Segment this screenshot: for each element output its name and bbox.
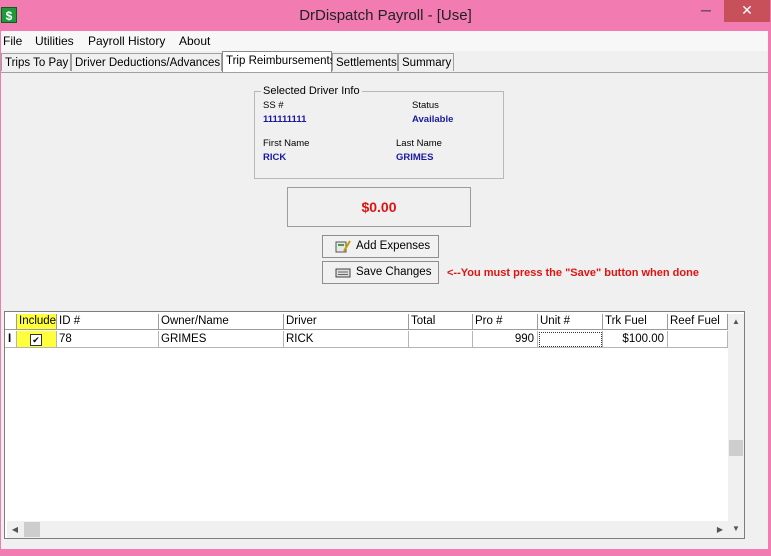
unit-cell[interactable] — [538, 331, 603, 348]
tab-summary[interactable]: Summary — [398, 53, 454, 71]
include-cell[interactable]: ✔ — [17, 331, 57, 348]
grid-header-unit[interactable]: Unit # — [538, 314, 603, 330]
grid-header-include[interactable]: Include — [17, 314, 57, 330]
menu-bar: File Utilities Payroll History About — [1, 31, 768, 51]
id-cell[interactable]: 78 — [57, 331, 159, 348]
row-indicator: I — [5, 331, 17, 348]
add-expenses-label: Add Expenses — [356, 240, 431, 252]
pro-cell[interactable]: 990 — [473, 331, 538, 348]
client-area: File Utilities Payroll History About Tri… — [1, 31, 768, 549]
grid-header-trk-fuel[interactable]: Trk Fuel — [603, 314, 668, 330]
owner-cell[interactable]: GRIMES — [159, 331, 284, 348]
save-changes-label: Save Changes — [356, 266, 432, 278]
selected-driver-groupbox — [254, 91, 504, 179]
tab-driver-deductions[interactable]: Driver Deductions/Advances — [71, 53, 222, 71]
grid-header-pro[interactable]: Pro # — [473, 314, 538, 330]
save-changes-button[interactable]: Save Changes — [322, 261, 439, 284]
selected-driver-title: Selected Driver Info — [261, 85, 362, 97]
reef-fuel-cell[interactable] — [668, 331, 728, 348]
grid-header-driver[interactable]: Driver — [284, 314, 409, 330]
menu-about[interactable]: About — [179, 34, 210, 48]
first-name-label: First Name — [263, 138, 310, 149]
include-checkbox[interactable]: ✔ — [30, 334, 42, 346]
vertical-scrollbar[interactable]: ▲ ▼ — [728, 314, 744, 538]
keyboard-icon — [335, 268, 351, 278]
scroll-down-icon[interactable]: ▼ — [728, 521, 744, 537]
title-bar[interactable]: $ DrDispatch Payroll - [Use] ─ ✕ — [0, 0, 771, 31]
status-label: Status — [412, 100, 439, 111]
tab-strip: Trips To Pay Driver Deductions/Advances … — [1, 51, 768, 73]
tab-trip-reimbursements[interactable]: Trip Reimbursements — [222, 51, 336, 72]
tab-divider — [1, 72, 768, 73]
total-cell[interactable] — [409, 331, 473, 348]
calculator-pen-icon — [335, 240, 351, 253]
status-value: Available — [412, 114, 454, 125]
vertical-scroll-thumb[interactable] — [729, 440, 743, 456]
scroll-up-icon[interactable]: ▲ — [728, 314, 744, 330]
minimize-button[interactable]: ─ — [691, 0, 721, 22]
save-hint: <--You must press the "Save" button when… — [447, 267, 699, 279]
grid-header-total[interactable]: Total — [409, 314, 473, 330]
close-button[interactable]: ✕ — [724, 0, 770, 22]
horizontal-scrollbar[interactable]: ◀ ▶ — [7, 521, 728, 538]
add-expenses-button[interactable]: Add Expenses — [322, 235, 439, 258]
last-name-value: GRIMES — [396, 152, 434, 163]
last-name-label: Last Name — [396, 138, 442, 149]
tab-settlements[interactable]: Settlements — [332, 53, 398, 71]
tab-trips-to-pay[interactable]: Trips To Pay — [1, 53, 71, 71]
menu-file[interactable]: File — [3, 34, 22, 48]
grid-header-id[interactable]: ID # — [57, 314, 159, 330]
first-name-value: RICK — [263, 152, 287, 163]
scroll-right-icon[interactable]: ▶ — [712, 521, 728, 538]
horizontal-scroll-thumb[interactable] — [24, 522, 40, 537]
driver-cell[interactable]: RICK — [284, 331, 409, 348]
menu-utilities[interactable]: Utilities — [35, 34, 74, 48]
reimbursements-grid[interactable]: Include ID # Owner/Name Driver Total Pro… — [4, 311, 745, 539]
window-title: DrDispatch Payroll - [Use] — [299, 7, 472, 24]
scroll-left-icon[interactable]: ◀ — [7, 521, 23, 538]
menu-payroll-history[interactable]: Payroll History — [88, 34, 165, 48]
app-window: $ DrDispatch Payroll - [Use] ─ ✕ File Ut… — [0, 0, 771, 556]
ss-value: 111111111 — [263, 114, 307, 125]
grid-corner — [5, 314, 17, 330]
ss-label: SS # — [263, 100, 284, 111]
total-amount-display: $0.00 — [287, 187, 471, 227]
trk-fuel-cell[interactable]: $100.00 — [603, 331, 668, 348]
grid-header-reef-fuel[interactable]: Reef Fuel — [668, 314, 728, 330]
grid-header-owner[interactable]: Owner/Name — [159, 314, 284, 330]
